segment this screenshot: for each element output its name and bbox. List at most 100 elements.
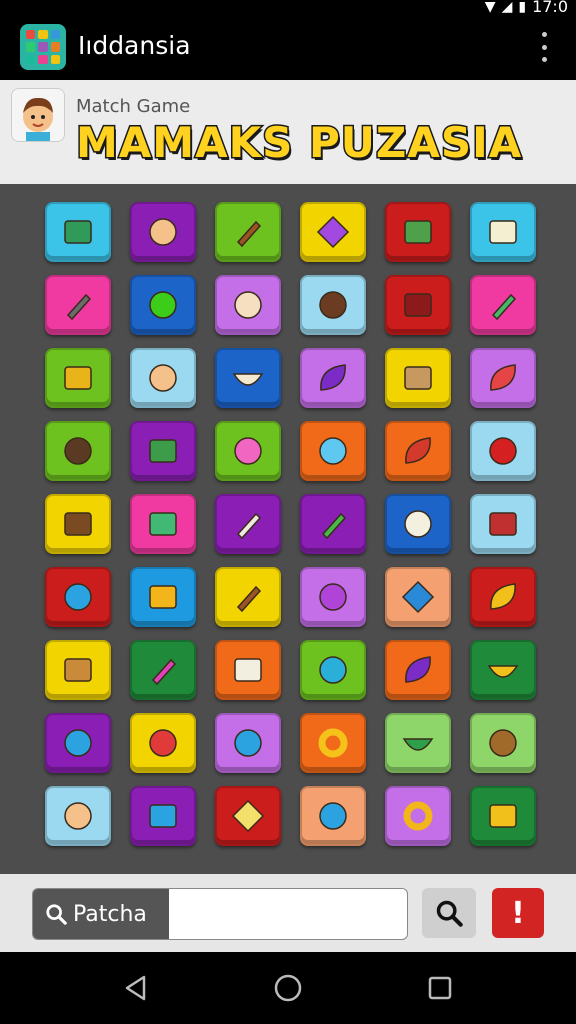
tile-50[interactable]: [130, 786, 196, 846]
green-bowl-icon: [402, 738, 434, 751]
tile-7[interactable]: [45, 275, 111, 335]
tile-34[interactable]: [300, 567, 366, 627]
teal-drop-icon: [319, 656, 347, 684]
tile-38[interactable]: [130, 640, 196, 700]
tile-47[interactable]: [385, 713, 451, 773]
tile-15[interactable]: [215, 348, 281, 408]
book-icon: [64, 220, 92, 244]
tile-3[interactable]: [215, 202, 281, 262]
tile-32[interactable]: [130, 567, 196, 627]
tile-36[interactable]: [470, 567, 536, 627]
tile-25[interactable]: [45, 494, 111, 554]
tile-21[interactable]: [215, 421, 281, 481]
tile-30[interactable]: [470, 494, 536, 554]
boy-avatar-icon: [12, 89, 64, 141]
tile-29[interactable]: [385, 494, 451, 554]
tile-41[interactable]: [385, 640, 451, 700]
alert-button[interactable]: !: [492, 888, 544, 938]
tile-54[interactable]: [470, 786, 536, 846]
tile-45[interactable]: [215, 713, 281, 773]
tile-13[interactable]: [45, 348, 111, 408]
yellow-notes-icon: [489, 804, 517, 828]
search-label: Patcha: [33, 889, 169, 939]
blue-candy-icon: [319, 802, 347, 830]
tile-42[interactable]: [470, 640, 536, 700]
home-button[interactable]: [272, 972, 304, 1004]
dice-icon: [234, 658, 262, 682]
tile-11[interactable]: [385, 275, 451, 335]
tile-8[interactable]: [130, 275, 196, 335]
app-title: Iıddansia: [78, 31, 191, 60]
game-header: Match Game MAMAKS PUZASIA: [0, 80, 576, 184]
white-bag-icon: [404, 510, 432, 538]
blue-mask-icon: [64, 583, 92, 611]
tile-23[interactable]: [385, 421, 451, 481]
recents-button[interactable]: [424, 972, 456, 1004]
tile-16[interactable]: [300, 348, 366, 408]
popsicle-icon: [490, 364, 516, 391]
bottle-icon: [236, 512, 262, 540]
back-button[interactable]: [120, 972, 152, 1004]
picture-frame-icon: [149, 804, 177, 828]
search-bar: Patcha !: [0, 874, 576, 952]
avatar[interactable]: [11, 88, 65, 142]
tile-1[interactable]: [45, 202, 111, 262]
tile-44[interactable]: [130, 713, 196, 773]
tile-24[interactable]: [470, 421, 536, 481]
tile-27[interactable]: [215, 494, 281, 554]
blue-tag-icon: [401, 580, 435, 614]
game-board: [0, 184, 576, 874]
pink-jar-icon: [151, 658, 177, 686]
tile-49[interactable]: [45, 786, 111, 846]
tile-33[interactable]: [215, 567, 281, 627]
tile-52[interactable]: [300, 786, 366, 846]
briefcase-icon: [149, 512, 177, 536]
navigation-bar: [0, 952, 576, 1024]
tile-9[interactable]: [215, 275, 281, 335]
signal-icon: ◢: [501, 0, 513, 15]
orange-lollipop-icon: [403, 801, 433, 831]
search-input[interactable]: [169, 889, 405, 937]
brown-box-icon: [404, 366, 432, 390]
purple-leaf-icon: [320, 364, 346, 391]
tile-53[interactable]: [385, 786, 451, 846]
tile-19[interactable]: [45, 421, 111, 481]
safe-icon: [149, 439, 177, 463]
butter-icon: [231, 799, 265, 833]
tile-40[interactable]: [300, 640, 366, 700]
tile-43[interactable]: [45, 713, 111, 773]
tile-39[interactable]: [215, 640, 281, 700]
tile-35[interactable]: [385, 567, 451, 627]
tile-26[interactable]: [130, 494, 196, 554]
search-button[interactable]: [422, 888, 476, 938]
header-subtitle: Match Game: [76, 96, 191, 117]
tile-18[interactable]: [470, 348, 536, 408]
back-icon: [125, 975, 146, 1001]
donut-icon: [318, 728, 348, 758]
tile-20[interactable]: [130, 421, 196, 481]
search-icon: [46, 904, 67, 925]
tile-14[interactable]: [130, 348, 196, 408]
tile-31[interactable]: [45, 567, 111, 627]
tile-22[interactable]: [300, 421, 366, 481]
red-mask-icon: [405, 437, 431, 464]
wooden-hand-icon: [236, 585, 262, 613]
tile-51[interactable]: [215, 786, 281, 846]
tile-17[interactable]: [385, 348, 451, 408]
overflow-menu-icon[interactable]: [534, 32, 554, 62]
standing-man-icon: [66, 293, 92, 321]
tile-37[interactable]: [45, 640, 111, 700]
blue-drop-icon: [64, 729, 92, 757]
tile-5[interactable]: [385, 202, 451, 262]
tile-6[interactable]: [470, 202, 536, 262]
tile-48[interactable]: [470, 713, 536, 773]
tile-28[interactable]: [300, 494, 366, 554]
tile-2[interactable]: [130, 202, 196, 262]
tile-4[interactable]: [300, 202, 366, 262]
tile-12[interactable]: [470, 275, 536, 335]
tile-10[interactable]: [300, 275, 366, 335]
tile-46[interactable]: [300, 713, 366, 773]
status-bar: ▼ ◢ ▮ 17:0: [0, 0, 576, 16]
cowboy-icon: [489, 729, 517, 757]
battery-icon: ▮: [518, 0, 527, 15]
